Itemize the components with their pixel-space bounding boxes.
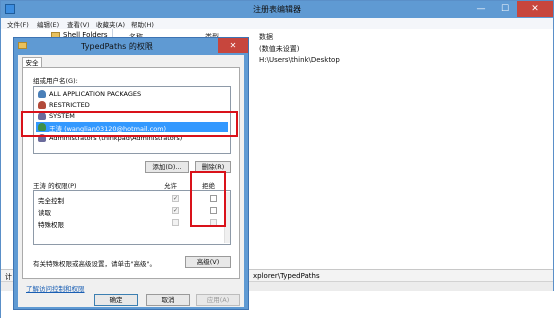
ok-button[interactable]: 确定 (94, 294, 138, 306)
list-item-user[interactable]: RESTRICTED (36, 100, 228, 110)
allow-header: 允许 (164, 182, 177, 190)
menu-view[interactable]: 查看(V) (67, 19, 90, 29)
permission-name: 完全控制 (38, 197, 64, 205)
menu-favorites[interactable]: 收藏夹(A) (96, 19, 125, 29)
allow-checkbox[interactable] (172, 219, 179, 226)
allow-checkbox[interactable]: ✓ (172, 195, 179, 202)
status-path: xplorer\TypedPaths (253, 272, 320, 280)
maximize-button[interactable]: ☐ (493, 1, 517, 17)
groups-label: 组或用户名(G): (33, 77, 78, 85)
allow-checkbox[interactable]: ✓ (172, 207, 179, 214)
user-name: RESTRICTED (49, 101, 90, 109)
apply-button[interactable]: 应用(A) (196, 294, 240, 306)
group-icon (38, 101, 46, 109)
cancel-button[interactable]: 取消 (146, 294, 190, 306)
value-data-cell: (数值未设置) (259, 45, 300, 53)
regedit-menubar: 文件(F) 编辑(E) 查看(V) 收藏夹(A) 帮助(H) (1, 18, 553, 29)
permission-name: 读取 (38, 209, 51, 217)
menu-help[interactable]: 帮助(H) (131, 19, 154, 29)
dialog-titlebar[interactable]: TypedPaths 的权限 ✕ (14, 38, 248, 55)
column-header-data[interactable]: 数据 (259, 32, 273, 42)
regedit-titlebar: 注册表编辑器 — ☐ ✕ (1, 1, 553, 18)
value-data-cell: H:\Users\think\Desktop (259, 56, 340, 64)
close-window-button[interactable]: ✕ (517, 1, 553, 17)
highlight-deny-column (190, 171, 226, 227)
add-button[interactable]: 添加(D)... (145, 161, 189, 173)
learn-access-control-link[interactable]: 了解访问控制和权限 (26, 283, 85, 293)
permission-name: 特殊权限 (38, 221, 64, 229)
menu-file[interactable]: 文件(F) (7, 19, 29, 29)
minimize-button[interactable]: — (469, 1, 493, 17)
dialog-close-button[interactable]: ✕ (218, 38, 248, 53)
permissions-label: 王涛 的权限(P) (33, 182, 77, 190)
list-item-user[interactable]: ALL APPLICATION PACKAGES (36, 89, 228, 99)
menu-edit[interactable]: 编辑(E) (37, 19, 59, 29)
advanced-button[interactable]: 高级(V) (185, 256, 231, 268)
advanced-note: 有关特殊权限或高级设置，请单击"高级"。 (33, 260, 156, 268)
highlight-selected-user (21, 111, 238, 137)
package-user-icon (38, 90, 46, 98)
dialog-title: TypedPaths 的权限 (81, 42, 153, 51)
user-name: ALL APPLICATION PACKAGES (49, 90, 142, 98)
